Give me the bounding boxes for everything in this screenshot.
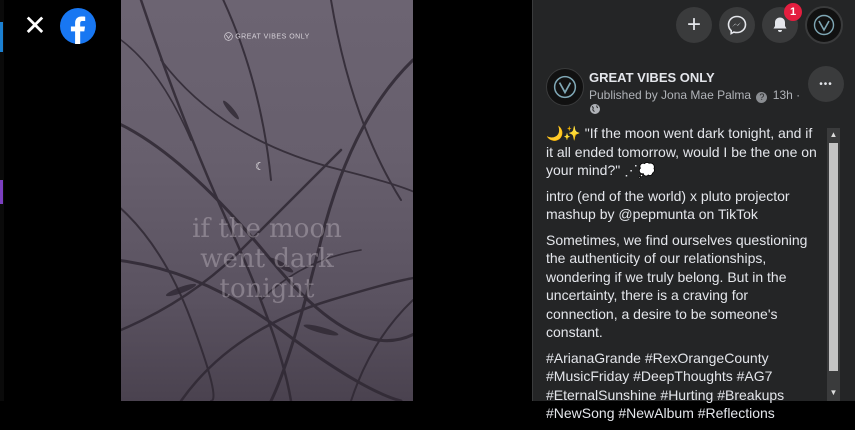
plus-icon: +	[686, 11, 701, 38]
caption-line: tonight	[219, 274, 315, 304]
caption-line: went dark	[200, 244, 334, 274]
post-paragraph: 🌙✨ "If the moon went dark tonight, and i…	[546, 125, 817, 178]
post-paragraph: intro (end of the world) x pluto project…	[546, 187, 790, 223]
messenger-icon	[727, 15, 747, 35]
page-logo-icon	[553, 75, 577, 99]
scrollbar-thumb[interactable]	[829, 143, 838, 371]
globe-icon[interactable]	[589, 103, 601, 115]
facebook-logo-icon[interactable]	[60, 8, 96, 44]
scroll-up-arrow[interactable]: ▲	[827, 128, 840, 141]
post-body: 🌙✨ "If the moon went dark tonight, and i…	[546, 124, 822, 430]
publisher-text: Published by Jona Mae Palma	[589, 88, 752, 102]
post-time[interactable]: 13h ·	[773, 88, 800, 102]
scroll-down-arrow[interactable]: ▼	[827, 386, 840, 399]
messenger-button[interactable]	[719, 7, 755, 43]
more-options-button[interactable]: •••	[808, 66, 844, 102]
notification-badge: 1	[784, 3, 802, 21]
media-backdrop	[413, 0, 532, 401]
page-logo-icon	[813, 14, 835, 36]
top-bar: + 1	[532, 0, 855, 52]
post-hashtags[interactable]: #ArianaGrande #RexOrangeCounty #MusicFri…	[546, 349, 822, 423]
post-paragraph: Sometimes, we find ourselves questioning…	[546, 231, 808, 341]
media-viewer[interactable]: GREAT VIBES ONLY ☾ if the moon went dark…	[121, 0, 413, 401]
close-icon[interactable]: ✕	[22, 12, 48, 40]
moon-icon: ☾	[255, 161, 265, 173]
watermark: GREAT VIBES ONLY	[121, 32, 413, 41]
page-name-link[interactable]: GREAT VIBES ONLY	[589, 70, 715, 85]
account-avatar[interactable]	[805, 6, 843, 44]
page-avatar[interactable]	[546, 68, 584, 106]
video-overlay-caption: if the moon went dark tonight	[121, 214, 413, 304]
window-edge	[0, 0, 4, 401]
caption-line: if the moon	[192, 214, 342, 244]
info-icon[interactable]: ?	[756, 92, 768, 103]
grass-silhouette-image	[121, 0, 413, 401]
create-button[interactable]: +	[676, 7, 712, 43]
more-icon: •••	[819, 79, 833, 90]
published-by: Published by Jona Mae Palma ? 13h ·	[589, 88, 800, 103]
logo-icon	[224, 32, 233, 41]
